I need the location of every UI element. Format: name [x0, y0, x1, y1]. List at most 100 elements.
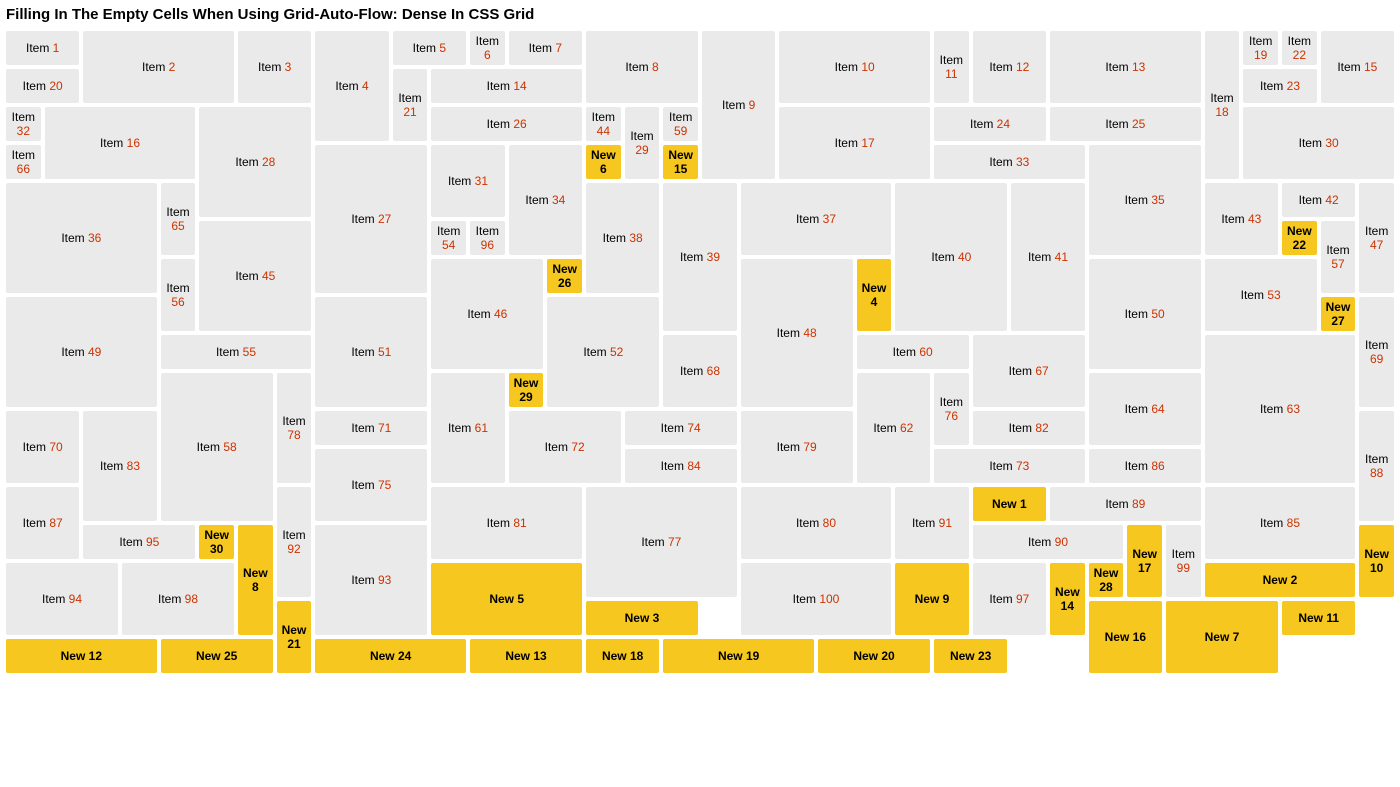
- item-cell-6: Item 6: [470, 31, 505, 65]
- item-cell-25: Item 25: [1050, 107, 1201, 141]
- new-cell-4: New 4: [857, 259, 892, 331]
- item-cell-22: Item 22: [1282, 31, 1317, 65]
- item-cell-68: Item 68: [663, 335, 736, 407]
- new-cell-29: New 29: [509, 373, 544, 407]
- item-cell-71: Item 71: [315, 411, 427, 445]
- new-cell-9: New 9: [895, 563, 968, 635]
- new-cell-1: New 1: [973, 487, 1046, 521]
- item-cell-58: Item 58: [161, 373, 273, 521]
- item-cell-53: Item 53: [1205, 259, 1317, 331]
- item-cell-30: Item 30: [1243, 107, 1394, 179]
- new-cell-21: New 21: [277, 601, 312, 673]
- new-cell-28: New 28: [1089, 563, 1124, 597]
- item-cell-81: Item 81: [431, 487, 582, 559]
- item-cell-3: Item 3: [238, 31, 311, 103]
- new-cell-12: New 12: [6, 639, 157, 673]
- item-cell-96: Item 96: [470, 221, 505, 255]
- item-cell-76: Item 76: [934, 373, 969, 445]
- item-cell-74: Item 74: [625, 411, 737, 445]
- item-cell-17: Item 17: [779, 107, 930, 179]
- new-cell-13: New 13: [470, 639, 582, 673]
- item-cell-69: Item 69: [1359, 297, 1394, 407]
- item-cell-47: Item 47: [1359, 183, 1394, 293]
- item-cell-37: Item 37: [741, 183, 892, 255]
- new-cell-5: New 5: [431, 563, 582, 635]
- new-cell-8: New 8: [238, 525, 273, 635]
- item-cell-88: Item 88: [1359, 411, 1394, 521]
- new-cell-6: New 6: [586, 145, 621, 179]
- item-cell-43: Item 43: [1205, 183, 1278, 255]
- item-cell-15: Item 15: [1321, 31, 1394, 103]
- item-cell-33: Item 33: [934, 145, 1085, 179]
- new-cell-25: New 25: [161, 639, 273, 673]
- item-cell-73: Item 73: [934, 449, 1085, 483]
- item-cell-34: Item 34: [509, 145, 582, 255]
- new-cell-30: New 30: [199, 525, 234, 559]
- item-cell-18: Item 18: [1205, 31, 1240, 179]
- item-cell-90: Item 90: [973, 525, 1124, 559]
- item-cell-82: Item 82: [973, 411, 1085, 445]
- item-cell-24: Item 24: [934, 107, 1046, 141]
- item-cell-99: Item 99: [1166, 525, 1201, 597]
- item-cell-72: Item 72: [509, 411, 621, 483]
- new-cell-15: New 15: [663, 145, 698, 179]
- item-cell-98: Item 98: [122, 563, 234, 635]
- item-cell-56: Item 56: [161, 259, 196, 331]
- new-cell-11: New 11: [1282, 601, 1355, 635]
- item-cell-79: Item 79: [741, 411, 853, 483]
- new-cell-2: New 2: [1205, 563, 1356, 597]
- item-cell-19: Item 19: [1243, 31, 1278, 65]
- item-cell-89: Item 89: [1050, 487, 1201, 521]
- page-title: Filling In The Empty Cells When Using Gr…: [6, 6, 1394, 23]
- item-cell-95: Item 95: [83, 525, 195, 559]
- new-cell-16: New 16: [1089, 601, 1162, 673]
- item-cell-62: Item 62: [857, 373, 930, 483]
- new-cell-18: New 18: [586, 639, 659, 673]
- item-cell-4: Item 4: [315, 31, 388, 141]
- item-cell-14: Item 14: [431, 69, 582, 103]
- item-cell-52: Item 52: [547, 297, 659, 407]
- item-cell-45: Item 45: [199, 221, 311, 331]
- new-cell-14: New 14: [1050, 563, 1085, 635]
- item-cell-70: Item 70: [6, 411, 79, 483]
- item-cell-63: Item 63: [1205, 335, 1356, 483]
- item-cell-11: Item 11: [934, 31, 969, 103]
- item-cell-61: Item 61: [431, 373, 504, 483]
- item-cell-27: Item 27: [315, 145, 427, 293]
- item-cell-40: Item 40: [895, 183, 1007, 331]
- item-cell-64: Item 64: [1089, 373, 1201, 445]
- item-cell-50: Item 50: [1089, 259, 1201, 369]
- item-cell-7: Item 7: [509, 31, 582, 65]
- item-cell-80: Item 80: [741, 487, 892, 559]
- item-cell-86: Item 86: [1089, 449, 1201, 483]
- css-grid-demo: Item 1Item 2Item 3Item 4Item 5Item 6Item…: [6, 31, 1394, 673]
- item-cell-46: Item 46: [431, 259, 543, 369]
- item-cell-29: Item 29: [625, 107, 660, 179]
- item-cell-83: Item 83: [83, 411, 156, 521]
- item-cell-84: Item 84: [625, 449, 737, 483]
- item-cell-2: Item 2: [83, 31, 234, 103]
- item-cell-31: Item 31: [431, 145, 504, 217]
- item-cell-5: Item 5: [393, 31, 466, 65]
- item-cell-35: Item 35: [1089, 145, 1201, 255]
- item-cell-59: Item 59: [663, 107, 698, 141]
- item-cell-41: Item 41: [1011, 183, 1084, 331]
- item-cell-36: Item 36: [6, 183, 157, 293]
- new-cell-24: New 24: [315, 639, 466, 673]
- item-cell-1: Item 1: [6, 31, 79, 65]
- item-cell-57: Item 57: [1321, 221, 1356, 293]
- new-cell-26: New 26: [547, 259, 582, 293]
- item-cell-91: Item 91: [895, 487, 968, 559]
- item-cell-54: Item 54: [431, 221, 466, 255]
- item-cell-55: Item 55: [161, 335, 312, 369]
- item-cell-10: Item 10: [779, 31, 930, 103]
- item-cell-85: Item 85: [1205, 487, 1356, 559]
- item-cell-94: Item 94: [6, 563, 118, 635]
- item-cell-93: Item 93: [315, 525, 427, 635]
- item-cell-12: Item 12: [973, 31, 1046, 103]
- new-cell-3: New 3: [586, 601, 698, 635]
- item-cell-21: Item 21: [393, 69, 428, 141]
- item-cell-13: Item 13: [1050, 31, 1201, 103]
- item-cell-26: Item 26: [431, 107, 582, 141]
- new-cell-27: New 27: [1321, 297, 1356, 331]
